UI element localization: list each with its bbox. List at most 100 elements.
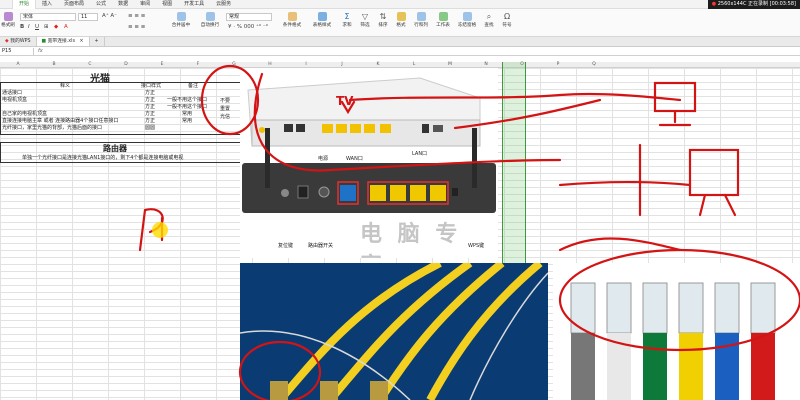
row-col-button[interactable]: 行和列 bbox=[412, 12, 430, 28]
menu-item-home[interactable]: 开始 bbox=[12, 0, 37, 9]
label-power: 电源 bbox=[318, 156, 329, 162]
formula-input[interactable] bbox=[48, 48, 788, 55]
header-note: 备注 bbox=[188, 83, 199, 89]
align-bottom-icon[interactable]: ≡ ≡ ≡ bbox=[128, 24, 145, 30]
wps-icon: ◆ bbox=[5, 39, 9, 44]
table-style-label: 表格样式 bbox=[312, 23, 332, 28]
format-button[interactable]: 格式 bbox=[394, 12, 408, 28]
spreadsheet-window: 开始 插入 页面布局 公式 数据 审阅 视图 开发工具 云服务 ● 2560x1… bbox=[0, 0, 800, 400]
merge-center-label: 合并居中 bbox=[171, 23, 191, 28]
brush-icon bbox=[3, 12, 13, 21]
font-name-select[interactable]: 宋体 bbox=[20, 13, 76, 21]
row2-port: 方正 bbox=[145, 97, 156, 103]
tab-my-wps[interactable]: ◆ 我的WPS bbox=[0, 37, 37, 46]
font-size-select[interactable]: 11 bbox=[78, 13, 98, 21]
format-painter-button[interactable]: 格式刷 bbox=[1, 12, 15, 28]
bold-icon[interactable]: B bbox=[20, 24, 24, 30]
row-col-label: 行和列 bbox=[414, 23, 428, 28]
wrap-text-button[interactable]: 自动换行 bbox=[197, 12, 223, 28]
sum-button[interactable]: Σ 求和 bbox=[340, 12, 354, 28]
row3-port: 方正 bbox=[145, 104, 156, 110]
row5-note: 常用 bbox=[182, 118, 193, 124]
table-style-button[interactable]: 表格样式 bbox=[308, 12, 336, 28]
symbol-label: 符号 bbox=[502, 23, 512, 28]
fiber-cables-illustration bbox=[240, 263, 548, 400]
underline-icon[interactable]: U bbox=[35, 24, 39, 30]
header-meaning: 释义 bbox=[60, 83, 71, 89]
find-label: 查找 bbox=[484, 23, 494, 28]
find-button[interactable]: ⌕ 查找 bbox=[482, 12, 496, 28]
table-style-icon bbox=[317, 12, 327, 21]
menu-item-formulas[interactable]: 公式 bbox=[90, 0, 112, 9]
formula-bar: P15 fx bbox=[0, 47, 800, 56]
merge-icon bbox=[176, 12, 186, 21]
ribbon-toolbar: 格式刷 宋体 11 A⁺ A⁻ B I U ⊞ ◆ A ≡ ≡ ≡ ≡ ≡ ≡ … bbox=[0, 9, 800, 37]
font-name-value: 宋体 bbox=[23, 14, 34, 20]
new-tab-button[interactable]: + bbox=[90, 37, 105, 46]
fx-icon[interactable]: fx bbox=[38, 47, 43, 56]
align-icon[interactable]: ≡ ≡ ≡ bbox=[128, 13, 145, 19]
row3-note: 一般不用这个接口 bbox=[167, 104, 208, 110]
currency-icon[interactable]: ¥ · % 000 ⁺⁰ ⁻⁰ bbox=[228, 24, 268, 30]
menu-item-developer[interactable]: 开发工具 bbox=[178, 0, 210, 9]
menu-item-data[interactable]: 数据 bbox=[112, 0, 134, 9]
row6-name: 光纤接口，家里光猫的背部，光猫后面的接口 bbox=[2, 125, 103, 131]
router-note: 单独一个光纤接口是连接光猫LAN1接口的，剩下4个都是连接电脑或电视 bbox=[22, 155, 184, 161]
menu-item-cloud[interactable]: 云服务 bbox=[210, 0, 237, 9]
merge-center-button[interactable]: 合并居中 bbox=[168, 12, 194, 28]
label-lan: LAN口 bbox=[412, 151, 428, 157]
freeze-icon bbox=[462, 12, 472, 21]
row-col-icon bbox=[416, 12, 426, 21]
worksheet-icon bbox=[438, 12, 448, 21]
menu-item-review[interactable]: 审阅 bbox=[134, 0, 156, 9]
header-port: 接口样式 bbox=[141, 83, 162, 89]
tab-my-wps-label: 我的WPS bbox=[10, 39, 31, 44]
menu-bar: 开始 插入 页面布局 公式 数据 审阅 视图 开发工具 云服务 ● 2560x1… bbox=[0, 0, 800, 9]
menu-item-page-layout[interactable]: 页面布局 bbox=[58, 0, 90, 9]
freeze-label: 冻结窗格 bbox=[457, 23, 477, 28]
find-icon: ⌕ bbox=[486, 12, 492, 21]
italic-icon[interactable]: I bbox=[28, 24, 30, 30]
fiber-cables-photo bbox=[240, 263, 548, 400]
freeze-panes-button[interactable]: 冻结窗格 bbox=[456, 12, 478, 28]
number-format-select[interactable]: 常规 bbox=[226, 13, 272, 21]
border-icon[interactable]: ⊞ bbox=[44, 24, 49, 30]
format-label: 格式 bbox=[396, 23, 406, 28]
row4-name: 自己家的电视机顶盒 bbox=[2, 111, 48, 117]
menu-item-view[interactable]: 视图 bbox=[156, 0, 178, 9]
name-box[interactable]: P15 bbox=[0, 48, 34, 55]
row4-port: 方正 bbox=[145, 111, 156, 117]
menu-item-insert[interactable]: 插入 bbox=[36, 0, 58, 9]
tab-broadband-xls[interactable]: ■ 宽带连接.xls × bbox=[36, 37, 90, 46]
row2-note: 一般不用这个接口 bbox=[167, 97, 208, 103]
wrap-text-label: 自动换行 bbox=[200, 23, 220, 28]
row1-name: 通话接口 bbox=[2, 90, 23, 96]
symbol-button[interactable]: Ω 符号 bbox=[500, 12, 514, 28]
conditional-format-label: 条件格式 bbox=[282, 23, 302, 28]
row2-name: 电视机顶盒 bbox=[2, 97, 28, 103]
format-painter-label: 格式刷 bbox=[1, 23, 15, 28]
row5-port: 方正 bbox=[145, 118, 156, 124]
row4-note: 常用 bbox=[182, 111, 193, 117]
sort-button[interactable]: ⇅ 排序 bbox=[376, 12, 390, 28]
side-note-2: 重置 bbox=[220, 106, 231, 112]
omega-icon: Ω bbox=[503, 12, 511, 21]
close-icon[interactable]: × bbox=[80, 39, 84, 44]
record-icon: ● bbox=[711, 1, 717, 7]
router-photo: 电源 WAN口 LAN口 复位键 路由器开关 WPS键 电 脑 专 家 bbox=[240, 68, 498, 258]
worksheet-button[interactable]: 工作表 bbox=[434, 12, 452, 28]
recording-label: 2560x144C 正在录制 [00:03:58] bbox=[717, 1, 796, 7]
row1-port: 方正 bbox=[145, 90, 156, 96]
watermark-text: 电 脑 专 家 bbox=[360, 222, 462, 258]
ethernet-cables-illustration bbox=[570, 282, 776, 400]
font-color-icon[interactable]: A bbox=[64, 24, 68, 30]
title-router: 路由器 bbox=[103, 144, 127, 153]
fill-color-icon[interactable]: ◆ bbox=[54, 24, 58, 30]
font-grow-icon[interactable]: A⁺ A⁻ bbox=[102, 13, 117, 19]
wrap-icon bbox=[205, 12, 215, 21]
filter-button[interactable]: ▽ 筛选 bbox=[358, 12, 372, 28]
side-note-1: 不要 bbox=[220, 98, 231, 104]
conditional-format-icon bbox=[287, 12, 297, 21]
sort-label: 排序 bbox=[378, 23, 388, 28]
conditional-format-button[interactable]: 条件格式 bbox=[278, 12, 306, 28]
